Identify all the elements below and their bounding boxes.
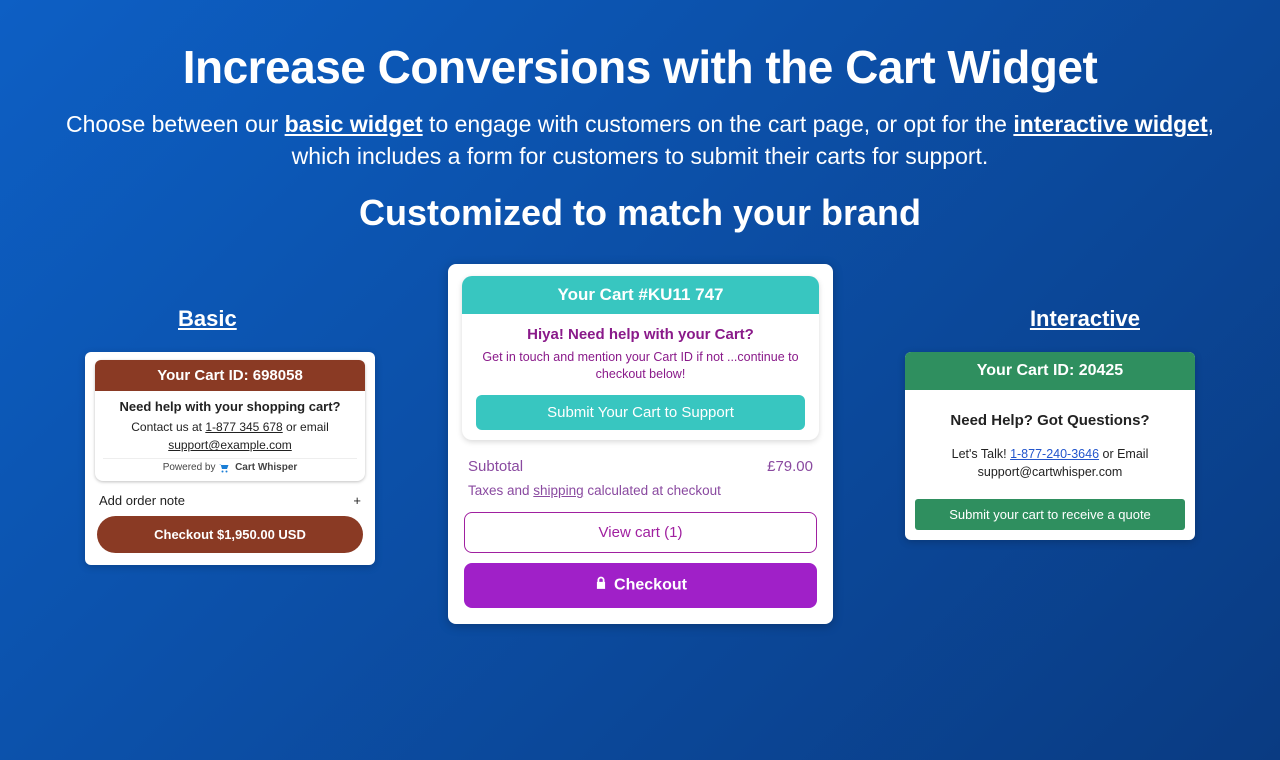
basic-widget-card: Your Cart ID: 698058 Need help with your… bbox=[85, 352, 375, 565]
basic-phone-link[interactable]: 1-877 345 678 bbox=[205, 420, 282, 434]
powered-label: Powered by bbox=[163, 462, 216, 473]
customize-heading: Customized to match your brand bbox=[0, 192, 1280, 234]
int-talk-line: Let's Talk! 1-877-240-3646 or Email bbox=[915, 447, 1185, 461]
basic-widget-inner: Your Cart ID: 698058 Need help with your… bbox=[95, 360, 365, 481]
middle-widget-inner: Your Cart #KU11 747 Hiya! Need help with… bbox=[462, 276, 819, 440]
add-note-label: Add order note bbox=[99, 493, 185, 508]
int-help-text: Need Help? Got Questions? bbox=[915, 412, 1185, 429]
basic-checkout-button[interactable]: Checkout $1,950.00 USD bbox=[97, 516, 363, 553]
int-cart-header: Your Cart ID: 20425 bbox=[905, 352, 1195, 390]
mid-cart-header: Your Cart #KU11 747 bbox=[462, 276, 819, 314]
int-talk-prefix: Let's Talk! bbox=[952, 447, 1010, 461]
interactive-widget-card: Your Cart ID: 20425 Need Help? Got Quest… bbox=[905, 352, 1195, 540]
subtotal-label: Subtotal bbox=[468, 458, 523, 475]
basic-contact-suffix: or email bbox=[283, 420, 329, 434]
middle-widget-card: Your Cart #KU11 747 Hiya! Need help with… bbox=[448, 264, 833, 624]
subtotal-row: Subtotal £79.00 bbox=[468, 458, 813, 475]
add-order-note[interactable]: Add order note + bbox=[95, 481, 365, 516]
basic-contact-prefix: Contact us at bbox=[131, 420, 205, 434]
int-submit-button[interactable]: Submit your cart to receive a quote bbox=[915, 499, 1185, 530]
interactive-label: Interactive bbox=[1030, 306, 1140, 332]
page-headline: Increase Conversions with the Cart Widge… bbox=[0, 40, 1280, 94]
cart-icon bbox=[218, 463, 230, 473]
tax-prefix: Taxes and bbox=[468, 483, 533, 498]
int-email-text: support@cartwhisper.com bbox=[978, 465, 1123, 479]
mid-checkout-button[interactable]: Checkout bbox=[464, 563, 817, 608]
mid-submit-button[interactable]: Submit Your Cart to Support bbox=[476, 395, 805, 430]
tax-line: Taxes and shipping calculated at checkou… bbox=[468, 483, 813, 498]
basic-cart-id-header: Your Cart ID: 698058 bbox=[95, 360, 365, 391]
mid-touch-text: Get in touch and mention your Cart ID if… bbox=[480, 349, 801, 383]
mid-hiya-text: Hiya! Need help with your Cart? bbox=[462, 326, 819, 343]
basic-email-link[interactable]: support@example.com bbox=[168, 438, 292, 452]
plus-icon: + bbox=[353, 493, 361, 508]
tax-suffix: calculated at checkout bbox=[584, 483, 721, 498]
mid-checkout-label: Checkout bbox=[614, 577, 687, 594]
int-phone-link[interactable]: 1-877-240-3646 bbox=[1010, 447, 1099, 461]
basic-label: Basic bbox=[178, 306, 237, 332]
interactive-widget-link[interactable]: interactive widget bbox=[1013, 111, 1207, 137]
subtotal-value: £79.00 bbox=[767, 458, 813, 475]
lock-icon bbox=[594, 576, 608, 595]
basic-help-text: Need help with your shopping cart? bbox=[103, 399, 357, 414]
subtext-mid: to engage with customers on the cart pag… bbox=[423, 111, 1014, 137]
basic-widget-link[interactable]: basic widget bbox=[285, 111, 423, 137]
int-email-line: support@cartwhisper.com bbox=[905, 465, 1195, 479]
page-subtext: Choose between our basic widget to engag… bbox=[60, 108, 1220, 172]
basic-contact-line: Contact us at 1-877 345 678 or email bbox=[103, 420, 357, 434]
powered-by: Powered by Cart Whisper bbox=[103, 458, 357, 475]
brand-name: Cart Whisper bbox=[235, 462, 297, 473]
basic-email-line: support@example.com bbox=[95, 438, 365, 452]
subtext-prefix: Choose between our bbox=[66, 111, 285, 137]
shipping-link[interactable]: shipping bbox=[533, 483, 583, 498]
int-talk-suffix: or Email bbox=[1099, 447, 1148, 461]
view-cart-button[interactable]: View cart (1) bbox=[464, 512, 817, 553]
